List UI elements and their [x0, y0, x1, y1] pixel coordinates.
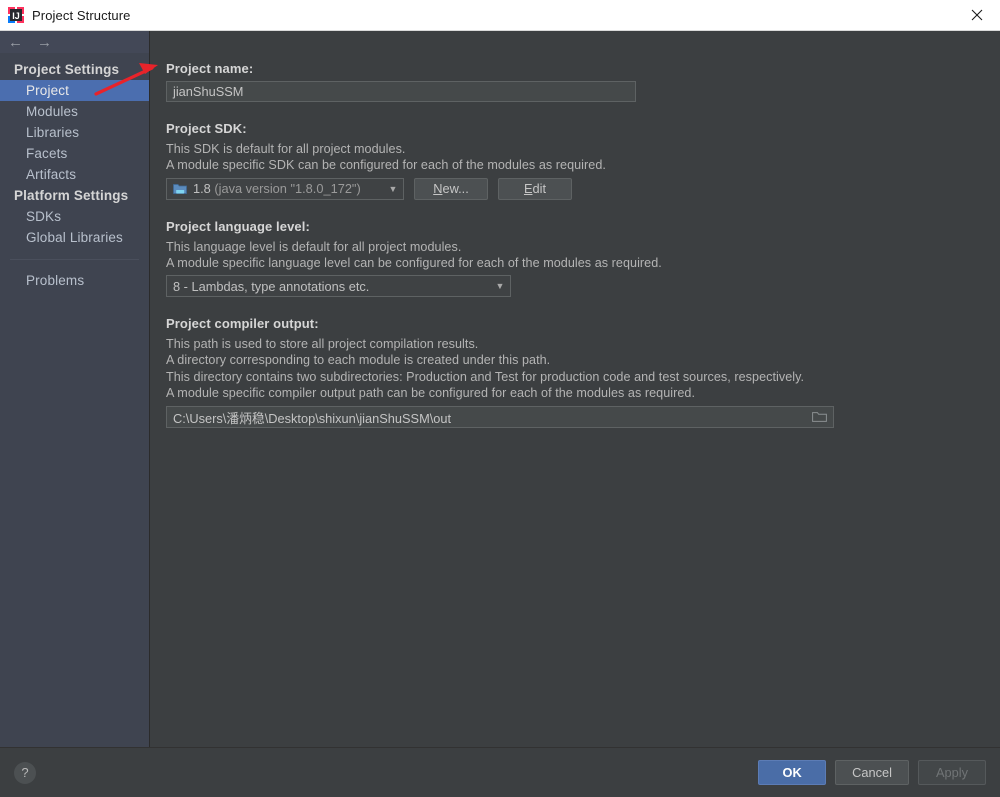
compiler-output-description-3: This directory contains two subdirectori… — [166, 369, 805, 384]
language-level-dropdown[interactable]: 8 - Lambdas, type annotations etc. ▼ — [166, 275, 511, 298]
project-sdk-label: Project SDK: — [166, 121, 247, 136]
language-level-description-1: This language level is default for all p… — [166, 239, 462, 254]
sidebar-item-facets[interactable]: Facets — [0, 143, 149, 164]
project-name-label: Project name: — [166, 61, 254, 76]
arrow-right-icon[interactable]: → — [37, 35, 52, 50]
sidebar-item-problems[interactable]: Problems — [0, 270, 149, 291]
compiler-output-description-1: This path is used to store all project c… — [166, 337, 479, 352]
project-sdk-row: 1.8 (java version "1.8.0_172") ▼ New... … — [166, 177, 984, 200]
compiler-output-input[interactable]: C:\Users\潘炳稳\Desktop\shixun\jianShuSSM\o… — [166, 406, 834, 429]
close-icon[interactable] — [954, 0, 1000, 29]
project-settings-pane: Project name: jianShuSSM Project SDK: Th… — [150, 31, 1000, 747]
sidebar-item-project[interactable]: Project — [0, 80, 149, 101]
sidebar-divider — [10, 259, 139, 260]
project-sdk-dropdown[interactable]: 1.8 (java version "1.8.0_172") ▼ — [166, 177, 404, 200]
project-sdk-description-1: This SDK is default for all project modu… — [166, 142, 406, 156]
help-icon[interactable]: ? — [14, 761, 36, 784]
project-sdk-value: 1.8 (java version "1.8.0_172") — [193, 181, 361, 197]
sidebar-item-global-libraries[interactable]: Global Libraries — [0, 227, 149, 248]
chevron-down-icon[interactable]: ▼ — [490, 281, 510, 291]
new-sdk-button[interactable]: New... — [414, 177, 488, 200]
dialog-body: ← → Project Settings Project Modules Lib… — [0, 31, 1000, 747]
sidebar-toolbar: ← → — [0, 31, 149, 53]
sidebar-item-libraries[interactable]: Libraries — [0, 122, 149, 143]
project-sdk-section: Project SDK: This SDK is default for all… — [166, 121, 984, 200]
sidebar-group-project-settings: Project Settings — [14, 62, 120, 77]
compiler-output-description-4: A module specific compiler output path c… — [166, 386, 695, 401]
cancel-button[interactable]: Cancel — [835, 760, 909, 785]
project-sdk-description-2: A module specific SDK can be configured … — [166, 158, 606, 173]
java-sdk-icon — [173, 183, 187, 195]
apply-button: Apply — [918, 760, 986, 785]
chevron-down-icon[interactable]: ▼ — [383, 184, 403, 194]
project-structure-dialog: IJ Project Structure ← → Project Setting… — [0, 0, 1000, 797]
compiler-output-description-2: A directory corresponding to each module… — [166, 353, 551, 368]
compiler-output-label: Project compiler output: — [166, 316, 319, 332]
edit-sdk-button[interactable]: Edit — [498, 177, 572, 200]
project-name-input[interactable]: jianShuSSM — [166, 81, 636, 102]
dialog-footer: ? OK Cancel Apply — [0, 747, 1000, 797]
sidebar-group-platform-settings: Platform Settings — [14, 188, 129, 203]
project-name-value: jianShuSSM — [173, 84, 244, 99]
svg-text:IJ: IJ — [12, 11, 20, 21]
project-name-section: Project name: jianShuSSM — [166, 61, 984, 102]
sidebar-item-artifacts[interactable]: Artifacts — [0, 164, 149, 185]
sidebar-item-sdks[interactable]: SDKs — [0, 206, 149, 227]
arrow-left-icon[interactable]: ← — [8, 35, 23, 50]
sidebar-item-modules[interactable]: Modules — [0, 101, 149, 122]
ok-button[interactable]: OK — [758, 760, 827, 785]
footer-action-buttons: OK Cancel Apply — [758, 760, 986, 785]
language-level-description-2: A module specific language level can be … — [166, 255, 662, 270]
window-title: Project Structure — [32, 7, 131, 23]
sidebar-list: Project Settings Project Modules Librari… — [0, 53, 149, 747]
language-level-section: Project language level: This language le… — [166, 219, 984, 298]
folder-browse-icon[interactable] — [806, 408, 832, 426]
compiler-output-value: C:\Users\潘炳稳\Desktop\shixun\jianShuSSM\o… — [173, 410, 452, 426]
language-level-label: Project language level: — [166, 218, 310, 234]
language-level-value: 8 - Lambdas, type annotations etc. — [173, 278, 370, 294]
compiler-output-section: Project compiler output: This path is us… — [166, 316, 984, 429]
title-bar: IJ Project Structure — [0, 0, 1000, 31]
settings-sidebar: ← → Project Settings Project Modules Lib… — [0, 31, 150, 747]
intellij-idea-logo-icon: IJ — [8, 7, 24, 23]
